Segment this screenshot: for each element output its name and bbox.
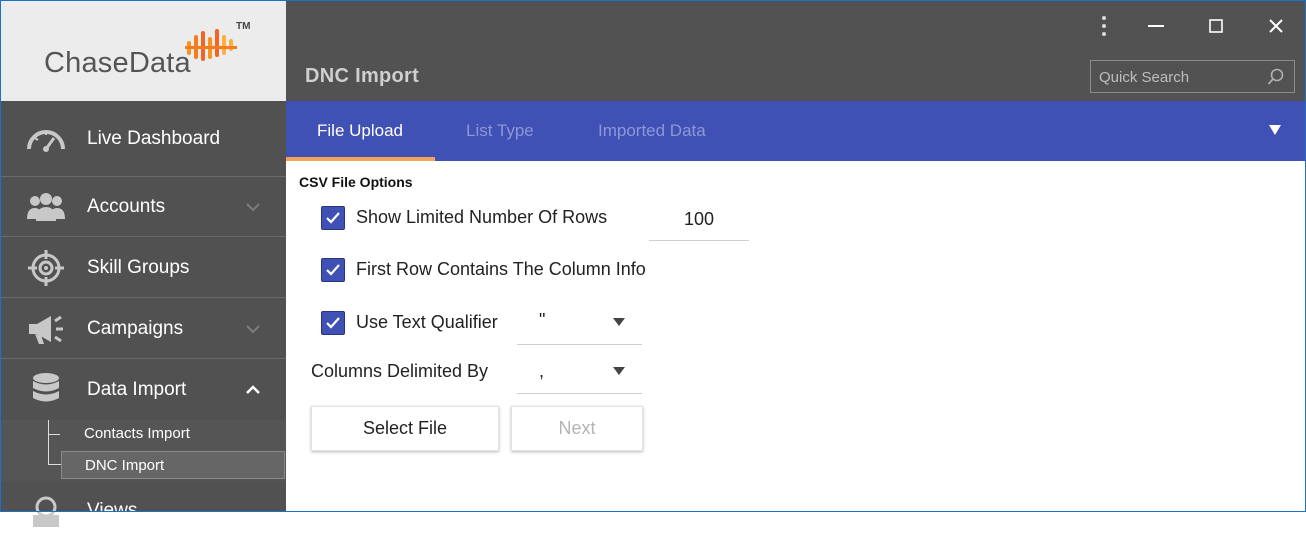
search-icon[interactable]: [1267, 68, 1285, 86]
tree-line: [48, 420, 49, 464]
sidebar-item-label: Accounts: [87, 195, 166, 217]
sidebar-item-label: Views: [87, 500, 138, 521]
megaphone-icon: [29, 315, 63, 344]
text-qualifier-label: Use Text Qualifier: [356, 312, 498, 332]
tab-dropdown-icon[interactable]: [1269, 125, 1281, 135]
chevron-down-icon: [246, 202, 260, 211]
quick-search: [1090, 60, 1295, 93]
tab-bar: File Upload List Type Imported Data: [286, 101, 1305, 161]
sidebar-item-data-import[interactable]: Data Import: [1, 360, 286, 420]
sidebar-item-accounts[interactable]: Accounts: [1, 177, 286, 237]
chevron-up-icon: [246, 385, 260, 394]
sidebar-subitem-dnc-import[interactable]: DNC Import: [61, 451, 285, 479]
sidebar-item-views[interactable]: Views: [1, 481, 286, 541]
sidebar-item-campaigns[interactable]: Campaigns: [1, 299, 286, 359]
more-options-icon[interactable]: [1089, 11, 1119, 41]
search-input[interactable]: [1099, 67, 1259, 87]
minimize-icon[interactable]: [1141, 11, 1171, 41]
active-tab-indicator: [286, 157, 435, 161]
gauge-icon: [27, 129, 65, 152]
show-limited-rows-checkbox[interactable]: [321, 206, 345, 230]
sidebar-item-label: Data Import: [87, 379, 187, 400]
data-import-submenu: Contacts Import DNC Import: [1, 420, 286, 482]
tab-list-type[interactable]: List Type: [466, 101, 534, 161]
first-row-header-checkbox[interactable]: [321, 258, 345, 282]
sidebar-item-label: Campaigns: [87, 317, 184, 339]
tab-file-upload[interactable]: File Upload: [317, 101, 403, 161]
show-limited-rows-label: Show Limited Number Of Rows: [356, 207, 608, 227]
logo-waveform-icon: [185, 29, 237, 61]
checkmark-icon: [326, 264, 340, 276]
text-qualifier-select[interactable]: ": [517, 303, 642, 345]
delimiter-label: Columns Delimited By: [311, 361, 489, 381]
tab-imported-data[interactable]: Imported Data: [598, 101, 706, 161]
delimiter-select[interactable]: ,: [517, 352, 642, 394]
sidebar-item-skill-groups[interactable]: Skill Groups: [1, 238, 286, 298]
chevron-down-icon: [613, 318, 625, 326]
users-icon: [27, 192, 65, 221]
chevron-down-icon: [613, 367, 625, 375]
page-title: DNC Import: [305, 65, 420, 87]
text-qualifier-value: ": [539, 310, 546, 330]
checkmark-icon: [326, 317, 340, 329]
first-row-header-label: First Row Contains The Column Info: [356, 259, 646, 279]
sidebar-item-live-dashboard[interactable]: Live Dashboard: [1, 101, 286, 177]
tree-line: [48, 464, 61, 465]
delimiter-value: ,: [539, 361, 545, 381]
views-icon: [33, 496, 59, 527]
chevron-down-icon: [246, 324, 260, 333]
sidebar-subitem-contacts-import[interactable]: Contacts Import: [61, 420, 285, 448]
close-icon[interactable]: [1261, 11, 1291, 41]
database-icon: [33, 373, 59, 402]
sidebar: ChaseData TM Live Dashboard Accounts Ski…: [1, 1, 286, 527]
maximize-icon[interactable]: [1201, 11, 1231, 41]
logo: ChaseData TM: [1, 1, 286, 101]
row-limit-value: 100: [684, 209, 715, 229]
crosshair-icon: [28, 249, 64, 286]
logo-text: ChaseData: [44, 47, 191, 79]
logo-trademark: TM: [236, 21, 251, 32]
next-button[interactable]: Next: [511, 406, 643, 451]
text-qualifier-checkbox[interactable]: [321, 311, 345, 335]
section-title: CSV File Options: [299, 174, 413, 190]
row-limit-field[interactable]: 100: [649, 199, 749, 241]
tree-line: [48, 434, 60, 435]
header: DNC Import: [286, 1, 1305, 101]
sidebar-item-label: Live Dashboard: [87, 127, 221, 149]
select-file-button[interactable]: Select File: [311, 406, 499, 451]
sidebar-item-label: Skill Groups: [87, 256, 190, 278]
checkmark-icon: [326, 212, 340, 224]
